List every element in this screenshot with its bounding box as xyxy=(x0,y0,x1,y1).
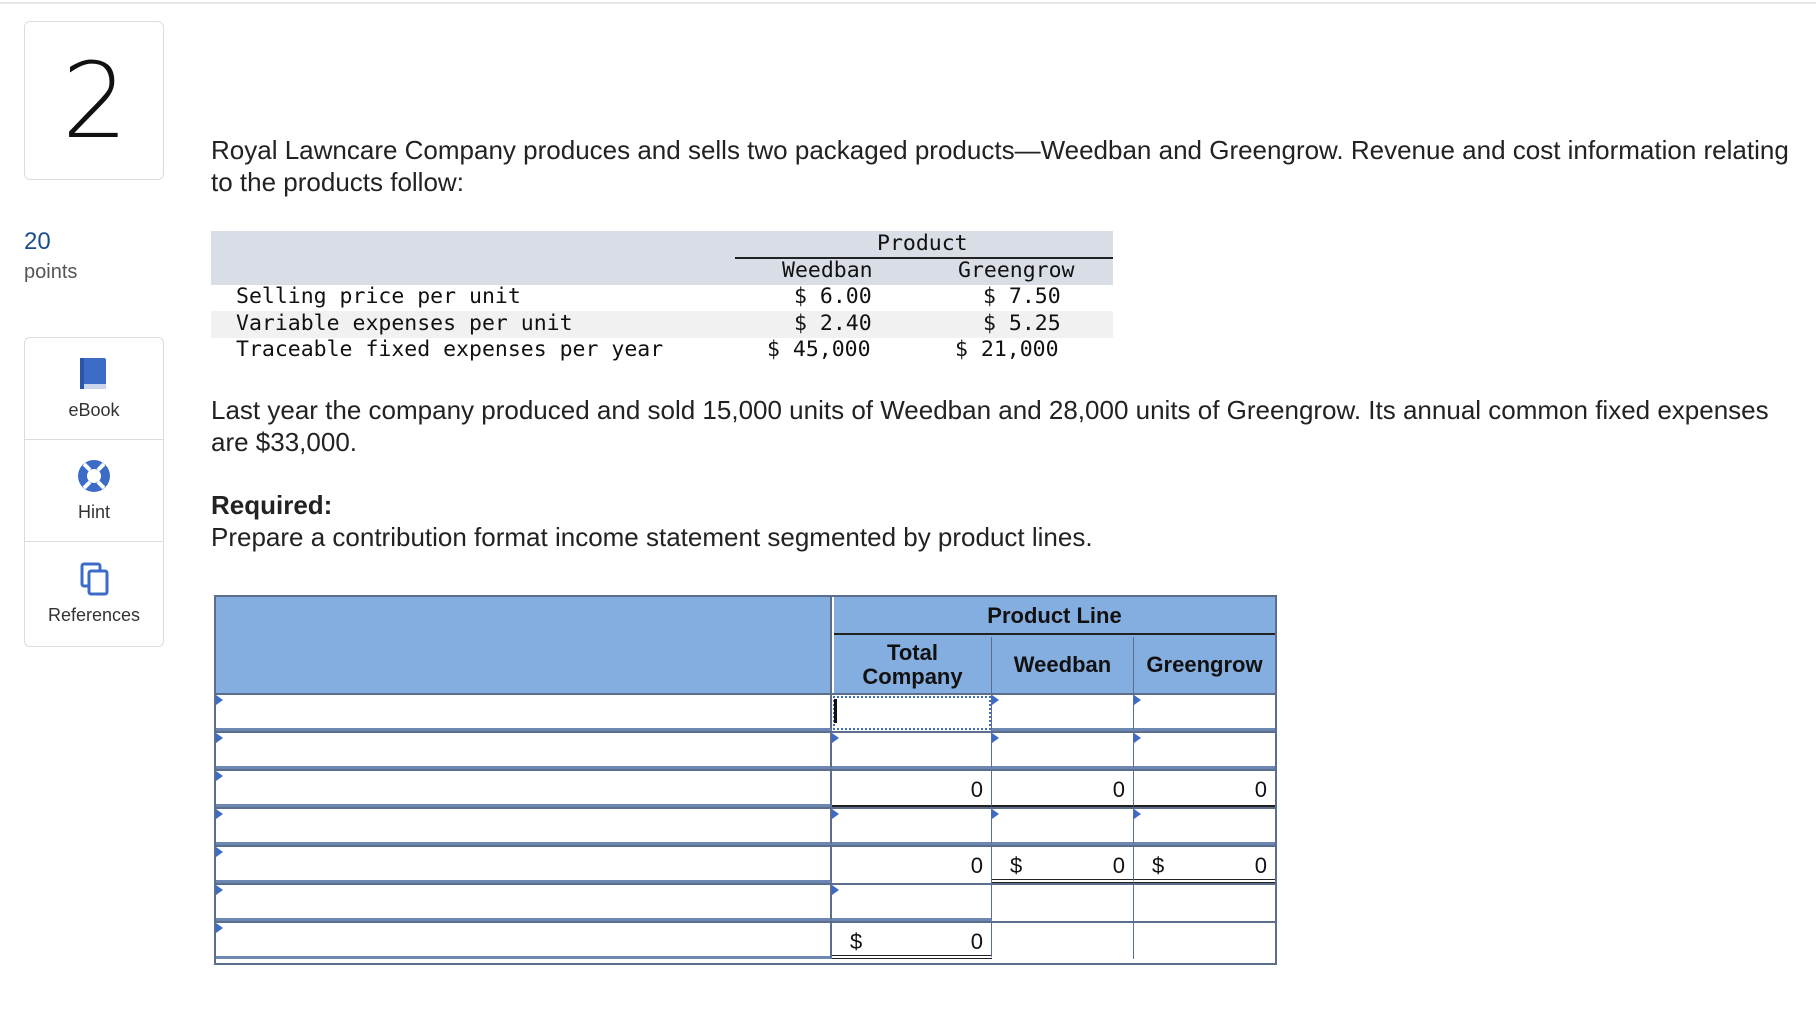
weedban-empty xyxy=(992,885,1134,921)
product-group-header: Product xyxy=(877,231,968,256)
weedban-empty xyxy=(992,923,1134,959)
row-label-input[interactable] xyxy=(216,847,832,883)
table-row: 0 0 0 xyxy=(216,769,1275,807)
hint-label: Hint xyxy=(77,502,110,522)
ebook-label: eBook xyxy=(68,400,120,420)
row-label-input[interactable] xyxy=(216,771,832,807)
table-row: $0 xyxy=(216,921,1275,959)
row-label-input[interactable] xyxy=(216,733,832,769)
row-label-input[interactable] xyxy=(216,885,832,921)
book-icon xyxy=(76,356,112,392)
greengrow-variable-expenses: $ 5.25 xyxy=(983,311,1061,336)
weedban-input[interactable] xyxy=(992,809,1134,845)
greengrow-dollar-sign: $ xyxy=(1152,853,1165,878)
weedban-variable-expenses: $ 2.40 xyxy=(794,311,872,336)
row-label-input[interactable] xyxy=(216,695,832,731)
column-header-greengrow: Greengrow xyxy=(1146,652,1263,677)
row-label-traceable-fixed: Traceable fixed expenses per year xyxy=(236,337,664,362)
total-company-amount: 0 xyxy=(970,853,983,878)
greengrow-input[interactable] xyxy=(1134,733,1275,769)
total-company-input[interactable] xyxy=(832,809,992,845)
greengrow-amount: 0 xyxy=(1254,853,1267,878)
total-company-value: $0 xyxy=(832,923,992,959)
table-row xyxy=(216,731,1275,769)
weedban-amount: 0 xyxy=(1112,853,1125,878)
lifebuoy-icon xyxy=(76,458,112,494)
table-row xyxy=(216,693,1275,731)
weedban-amount: 0 xyxy=(1112,777,1125,802)
greengrow-empty xyxy=(1134,885,1275,921)
tools-panel: eBook Hint References xyxy=(24,337,164,647)
copy-icon xyxy=(76,561,112,597)
hint-button[interactable]: Hint xyxy=(25,440,163,542)
total-dollar-sign: $ xyxy=(850,929,863,954)
greengrow-input[interactable] xyxy=(1134,809,1275,845)
weedban-input[interactable] xyxy=(992,733,1134,769)
greengrow-empty xyxy=(1134,923,1275,959)
weedban-traceable-fixed: $ 45,000 xyxy=(767,337,871,362)
required-title: Required: xyxy=(211,490,333,520)
grid-header-blank xyxy=(216,597,832,693)
total-company-amount: 0 xyxy=(970,929,983,954)
income-statement-grid: Product Line Total Company Weedban Green… xyxy=(214,595,1277,965)
greengrow-value: $0 xyxy=(1134,847,1275,883)
scenario-text: Last year the company produced and sold … xyxy=(211,395,1769,457)
row-label-input[interactable] xyxy=(216,809,832,845)
references-label: References xyxy=(47,604,141,625)
table-row: 0 $0 $0 xyxy=(216,845,1275,883)
question-number: 2 xyxy=(61,39,128,162)
column-header-greengrow: Greengrow xyxy=(958,258,1075,283)
weedban-value: $0 xyxy=(992,847,1134,883)
greengrow-input[interactable] xyxy=(1134,695,1275,731)
table-row xyxy=(216,883,1275,921)
product-data-table: Product Weedban Greengrow Selling price … xyxy=(211,231,1113,365)
top-divider xyxy=(0,2,1816,4)
points-label: points xyxy=(24,261,78,283)
total-company-value: 0 xyxy=(832,847,992,883)
references-button[interactable]: References xyxy=(25,542,163,644)
weedban-value: 0 xyxy=(992,771,1134,807)
greengrow-selling-price: $ 7.50 xyxy=(983,284,1061,309)
weedban-dollar-sign: $ xyxy=(1010,853,1023,878)
total-company-value: 0 xyxy=(832,771,992,807)
total-company-input[interactable] xyxy=(832,733,992,769)
table-row xyxy=(216,807,1275,845)
column-header-weedban: Weedban xyxy=(992,637,1134,693)
column-header-total-company: Total Company xyxy=(834,637,992,693)
required-text: Prepare a contribution format income sta… xyxy=(211,522,1093,552)
row-label-input[interactable] xyxy=(216,923,832,959)
question-number-box: 2 xyxy=(24,21,164,180)
product-line-title: Product Line xyxy=(834,597,1275,635)
weedban-selling-price: $ 6.00 xyxy=(794,284,872,309)
greengrow-traceable-fixed: $ 21,000 xyxy=(955,337,1059,362)
weedban-input[interactable] xyxy=(992,695,1134,731)
grid-header-product-line: Product Line Total Company Weedban Green… xyxy=(834,597,1275,693)
greengrow-amount: 0 xyxy=(1254,777,1267,802)
row-label-selling-price: Selling price per unit xyxy=(236,284,521,309)
total-company-input[interactable] xyxy=(832,695,992,731)
intro-text: Royal Lawncare Company produces and sell… xyxy=(211,135,1789,197)
greengrow-value: 0 xyxy=(1134,771,1275,807)
total-company-input[interactable] xyxy=(832,885,992,921)
points-value: 20 xyxy=(24,228,51,255)
row-label-variable-expenses: Variable expenses per unit xyxy=(236,311,573,336)
ebook-button[interactable]: eBook xyxy=(25,338,163,440)
column-header-weedban: Weedban xyxy=(782,258,873,283)
total-company-amount: 0 xyxy=(970,777,983,802)
